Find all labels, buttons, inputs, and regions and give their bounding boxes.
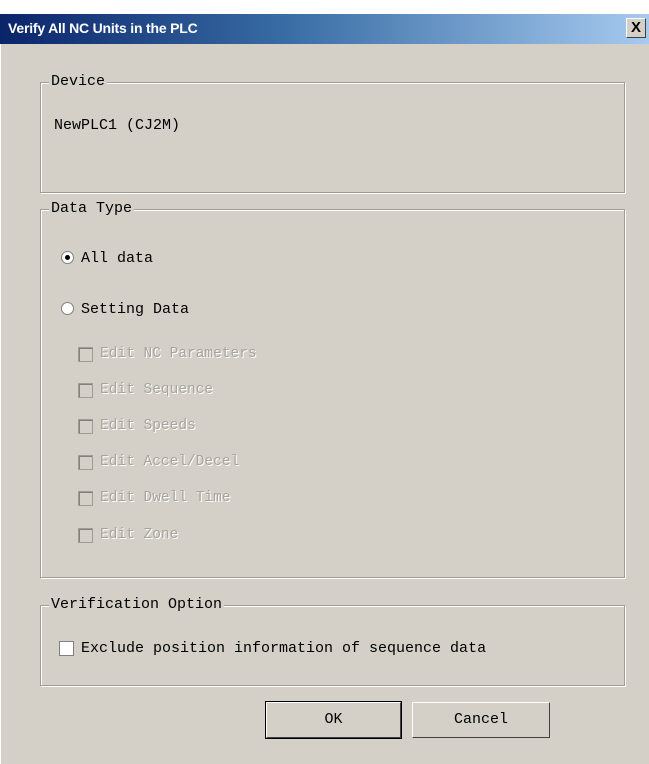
checkbox-icon (78, 491, 93, 506)
checkbox-icon[interactable] (59, 641, 74, 656)
data-type-group-legend: Data Type (49, 200, 135, 217)
close-icon: X (630, 19, 641, 36)
window-title: Verify All NC Units in the PLC (8, 20, 198, 36)
radio-all-data[interactable]: All data (61, 250, 261, 268)
checkbox-icon (78, 383, 93, 398)
radio-setting-data-label: Setting Data (81, 301, 190, 318)
title-bar[interactable]: Verify All NC Units in the PLC X (0, 14, 649, 44)
radio-button-icon[interactable] (61, 251, 74, 264)
cancel-button[interactable]: Cancel (412, 702, 550, 738)
checkbox-exclude-position-info[interactable]: Exclude position information of sequence… (59, 640, 619, 658)
checkbox-label: Edit Accel/Decel (100, 454, 240, 470)
checkbox-edit-nc-parameters: Edit NC Parameters (78, 346, 338, 364)
verification-option-group: Verification Option Exclude position inf… (40, 596, 625, 686)
top-strip (0, 0, 649, 14)
verification-option-legend: Verification Option (49, 596, 225, 613)
checkbox-icon (78, 419, 93, 434)
checkbox-label: Edit Zone (100, 527, 179, 543)
radio-all-data-label: All data (81, 250, 154, 267)
radio-button-icon[interactable] (61, 302, 74, 315)
checkbox-label: Edit NC Parameters (100, 346, 257, 362)
checkbox-edit-accel-decel: Edit Accel/Decel (78, 454, 338, 472)
checkbox-edit-zone: Edit Zone (78, 527, 338, 545)
checkbox-icon (78, 455, 93, 470)
device-value: NewPLC1 (CJ2M) (54, 117, 181, 134)
ok-button[interactable]: OK (265, 701, 402, 739)
checkbox-icon (78, 347, 93, 362)
checkbox-label: Edit Speeds (100, 418, 196, 434)
device-group: Device NewPLC1 (CJ2M) (40, 73, 625, 193)
checkbox-edit-sequence: Edit Sequence (78, 382, 338, 400)
checkbox-icon (78, 528, 93, 543)
checkbox-label: Edit Dwell Time (100, 490, 231, 506)
device-group-legend: Device (49, 73, 108, 90)
checkbox-label: Edit Sequence (100, 382, 214, 398)
checkbox-edit-dwell-time: Edit Dwell Time (78, 490, 338, 508)
checkbox-label: Exclude position information of sequence… (81, 640, 487, 657)
close-button[interactable]: X (626, 18, 646, 38)
radio-setting-data[interactable]: Setting Data (61, 301, 261, 319)
data-type-group: Data Type All data Setting Data Edit NC … (40, 200, 625, 578)
checkbox-edit-speeds: Edit Speeds (78, 418, 338, 436)
